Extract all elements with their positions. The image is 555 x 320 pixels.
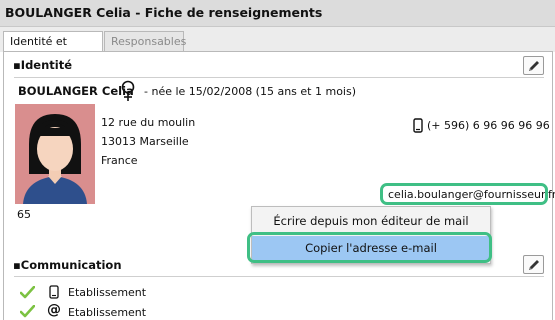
menu-item-write-email[interactable]: Écrire depuis mon éditeur de mail [252, 209, 490, 233]
tab-responsables[interactable]: Responsables [104, 31, 186, 51]
communication-phone-label: Etablissement [68, 286, 147, 299]
identite-divider [14, 77, 544, 78]
tab-bar: Identité et scolarité Responsables [0, 27, 555, 67]
address-line2: 13013 Marseille [101, 135, 189, 148]
edit-identity-button[interactable] [523, 56, 544, 75]
checkmark-icon [20, 286, 35, 299]
communication-section-title: ▪Communication [13, 258, 122, 272]
birth-info: - née le 15/02/2008 (15 ans et 1 mois) [144, 85, 357, 98]
pencil-icon [529, 61, 539, 71]
window-title-bar: BOULANGER Celia - Fiche de renseignement… [0, 0, 555, 27]
identite-section-title: ▪Identité [13, 58, 73, 72]
checkmark-icon [20, 305, 35, 318]
copy-email-highlight [247, 232, 492, 263]
tab-identite-scolarite[interactable]: Identité et scolarité [3, 31, 103, 67]
pencil-icon [529, 260, 539, 270]
communication-divider [14, 276, 544, 277]
number-below-photo: 65 [17, 208, 31, 221]
identite-section-label: Identité [20, 58, 73, 72]
phone-number[interactable]: (+ 596) 6 96 96 96 96 [427, 119, 550, 132]
address-country: France [101, 154, 138, 167]
window-title: BOULANGER Celia - Fiche de renseignement… [5, 5, 323, 20]
email-highlight [380, 183, 548, 205]
address-line1: 12 rue du moulin [101, 116, 196, 129]
phone-icon [413, 118, 423, 133]
student-photo [15, 104, 95, 204]
phone-icon [49, 285, 59, 299]
communication-section-label: Communication [20, 258, 122, 272]
at-icon: @ [47, 302, 61, 318]
student-name: BOULANGER Celia [18, 84, 134, 98]
edit-communication-button[interactable] [523, 255, 544, 274]
communication-email-label: Etablissement [68, 306, 147, 319]
female-gender-icon [121, 80, 135, 101]
avatar-illustration [15, 104, 95, 204]
